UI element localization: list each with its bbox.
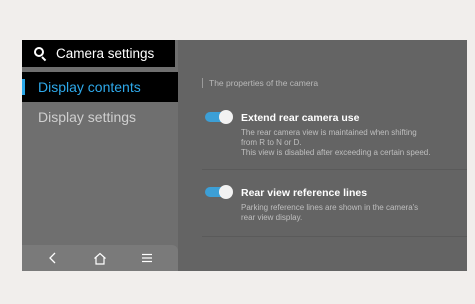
header-title: Camera settings [56,46,155,61]
extend-rear-camera-toggle[interactable] [205,110,233,124]
sidebar-item-display-contents[interactable]: Display contents [22,72,178,102]
option-extend-rear-camera-use: Extend rear camera use The rear camera v… [202,110,467,170]
rear-view-reference-lines-toggle[interactable] [205,185,233,199]
search-icon [34,46,48,61]
option-description-line: from R to N or D. [241,138,302,147]
option-description-line: rear view display. [241,213,303,222]
sidebar-item-label: Display contents [38,79,141,95]
toggle-knob [219,185,233,199]
camera-settings-screen: Camera settings Display contents Display… [22,40,467,271]
toggle-knob [219,110,233,124]
menu-icon[interactable] [138,249,156,267]
settings-content: The properties of the camera Extend rear… [202,40,467,271]
navigation-bar [22,245,178,271]
option-description-line: Parking reference lines are shown in the… [241,203,419,212]
home-icon[interactable] [91,249,109,267]
option-description-line: This view is disabled after exceeding a … [241,148,431,157]
active-marker [22,79,25,95]
header-search-bar[interactable]: Camera settings [22,40,175,67]
section-title: The properties of the camera [202,78,318,88]
option-description: The rear camera view is maintained when … [241,128,430,158]
back-icon[interactable] [44,249,62,267]
option-title: Extend rear camera use [241,112,360,124]
option-description-line: The rear camera view is maintained when … [241,128,417,137]
sidebar-item-display-settings[interactable]: Display settings [38,109,136,125]
option-title: Rear view reference lines [241,187,368,199]
sidebar: Camera settings Display contents Display… [22,40,178,271]
option-description: Parking reference lines are shown in the… [241,203,418,223]
option-rear-view-reference-lines: Rear view reference lines Parking refere… [202,185,467,237]
